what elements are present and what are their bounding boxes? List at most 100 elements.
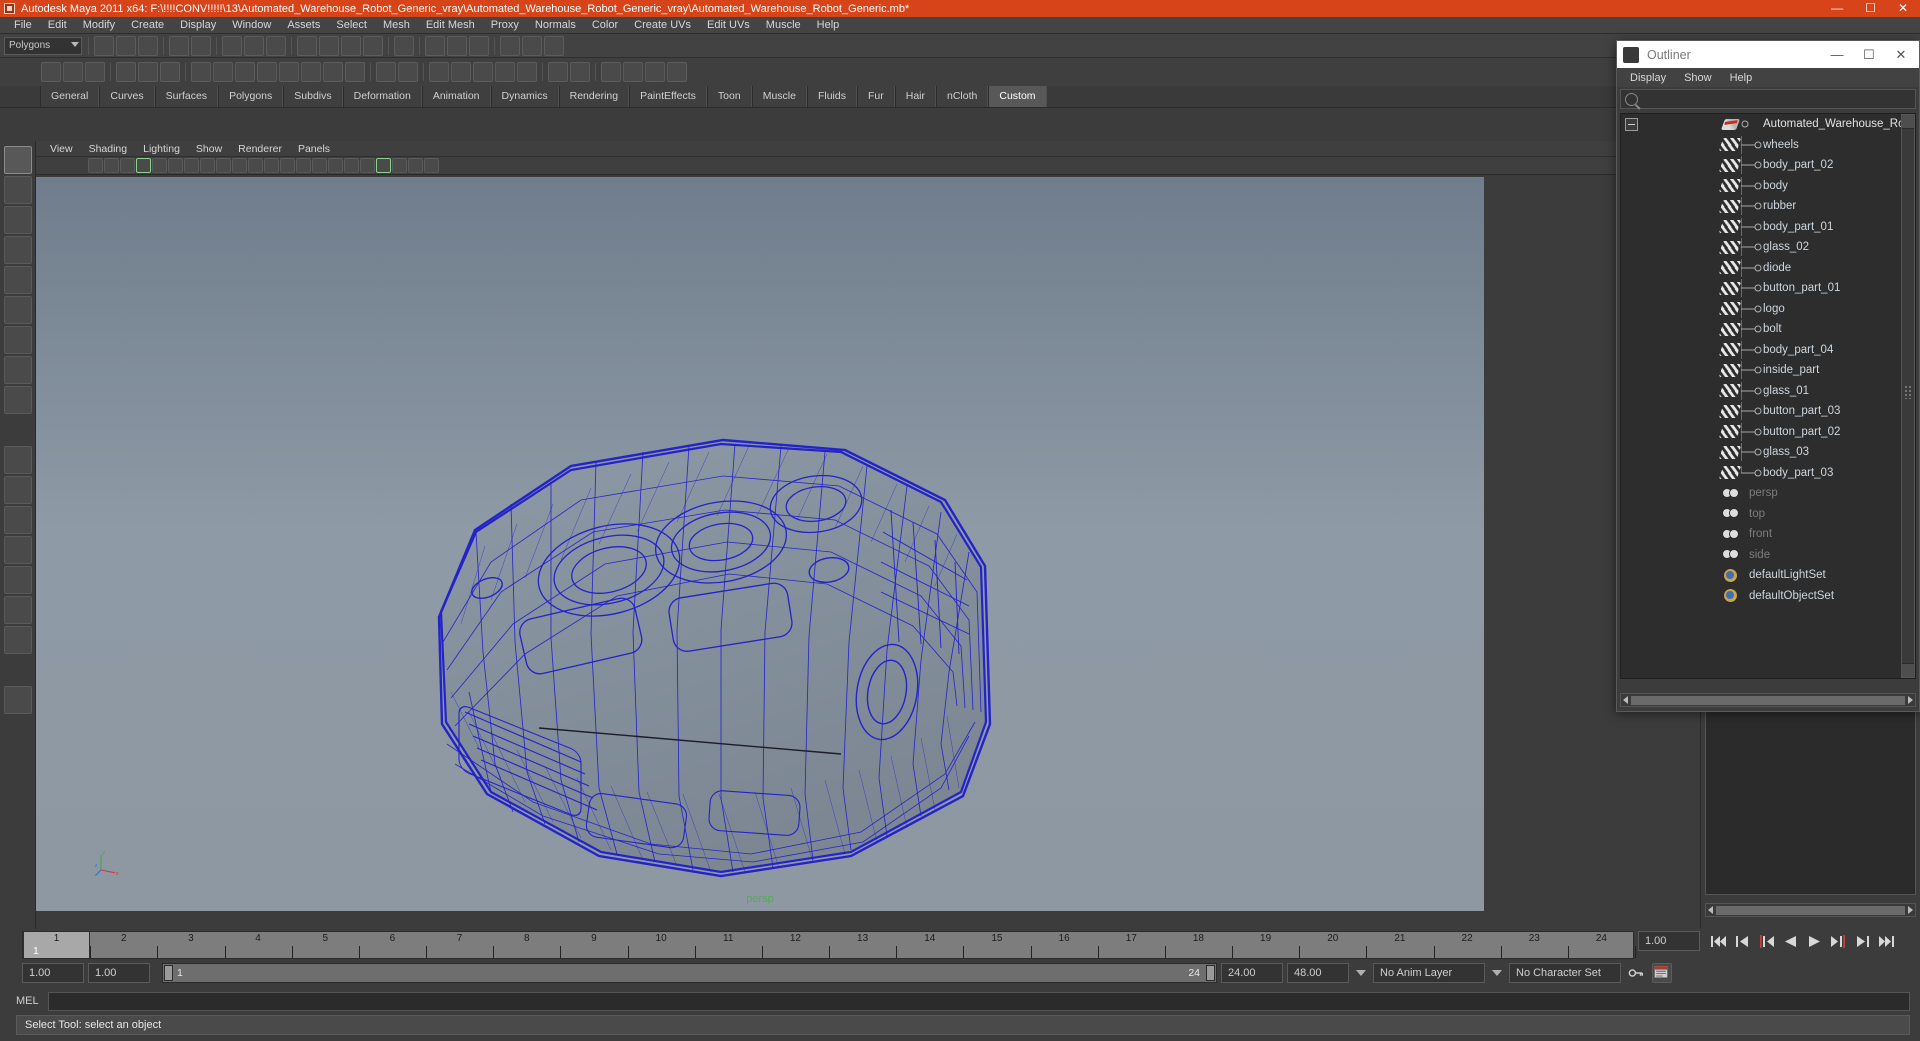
resolution-gate-icon[interactable]: [216, 158, 231, 173]
scroll-grip[interactable]: [1904, 384, 1912, 399]
snap-to-curve-button[interactable]: [319, 35, 339, 56]
menu-item-color[interactable]: Color: [584, 17, 626, 34]
select-camera-icon[interactable]: [88, 158, 103, 173]
viewport-menu-panels[interactable]: Panels: [290, 143, 338, 155]
scroll-right-icon[interactable]: [1908, 696, 1913, 704]
save-scene-button[interactable]: [138, 35, 158, 56]
last-tool-used-button[interactable]: [3, 416, 32, 444]
outliner-item-body_part_03[interactable]: body_part_03: [1621, 463, 1915, 484]
menu-item-mesh[interactable]: Mesh: [375, 17, 418, 34]
new-scene-button[interactable]: [94, 35, 114, 56]
select-tool-button[interactable]: [3, 146, 32, 174]
shelf-item-25[interactable]: [623, 62, 643, 82]
menu-item-display[interactable]: Display: [172, 17, 224, 34]
shelf-item-7[interactable]: [191, 62, 211, 82]
hypershade-persp-layout-button[interactable]: [3, 566, 32, 594]
shelf-item-10[interactable]: [257, 62, 277, 82]
shelf-item-8[interactable]: [213, 62, 233, 82]
hardware-renderer-icon[interactable]: [376, 158, 391, 173]
shelf-item-12[interactable]: [301, 62, 321, 82]
shelf-tab-ncloth[interactable]: nCloth: [936, 86, 989, 107]
outliner-item-bolt[interactable]: bolt: [1621, 319, 1915, 340]
shelf-tab-subdivs[interactable]: Subdivs: [283, 86, 343, 107]
outliner-item-diode[interactable]: diode: [1621, 258, 1915, 279]
go-to-end-button[interactable]: [1878, 934, 1895, 949]
show-manipulator-tool-button[interactable]: [3, 386, 32, 414]
next-key-button[interactable]: [1830, 934, 1847, 949]
menu-item-assets[interactable]: Assets: [279, 17, 328, 34]
scroll-left-icon[interactable]: [1623, 696, 1628, 704]
outliner-item-glass_01[interactable]: glass_01: [1621, 381, 1915, 402]
outliner-persp-layout-button[interactable]: [3, 506, 32, 534]
outliner-item-button_part_02[interactable]: button_part_02: [1621, 422, 1915, 443]
open-scene-button[interactable]: [116, 35, 136, 56]
shelf-item-2[interactable]: [63, 62, 83, 82]
shelf-tab-muscle[interactable]: Muscle: [751, 86, 807, 107]
menu-item-select[interactable]: Select: [328, 17, 375, 34]
shelf-item-18[interactable]: [451, 62, 471, 82]
wireframe-model[interactable]: [421, 392, 1141, 911]
redo-button[interactable]: [191, 35, 211, 56]
outliner-maximize-icon[interactable]: ☐: [1853, 47, 1885, 63]
smooth-shade-icon[interactable]: [296, 158, 311, 173]
step-forward-button[interactable]: [1854, 934, 1871, 949]
menu-item-create[interactable]: Create: [123, 17, 172, 34]
shelf-item-13[interactable]: [323, 62, 343, 82]
shelf-item-16[interactable]: [398, 62, 418, 82]
go-to-start-button[interactable]: [1710, 934, 1727, 949]
attribute-editor-toggle[interactable]: [500, 35, 520, 56]
outliner-hscrollbar[interactable]: [1620, 693, 1916, 707]
viewport-menu-shading[interactable]: Shading: [81, 143, 136, 155]
render-settings-button[interactable]: [469, 35, 489, 56]
shelf-item-11[interactable]: [279, 62, 299, 82]
scroll-thumb[interactable]: [1716, 905, 1905, 915]
snap-to-point-button[interactable]: [341, 35, 361, 56]
outliner-item-body_part_02[interactable]: body_part_02: [1621, 155, 1915, 176]
animation-preferences-button[interactable]: [1652, 963, 1672, 983]
range-slider[interactable]: 1 24: [162, 963, 1217, 983]
viewport-settings-icon[interactable]: [408, 158, 423, 173]
shelf-tab-general[interactable]: General: [40, 86, 100, 107]
viewport-menu-view[interactable]: View: [42, 143, 81, 155]
outliner-item-side[interactable]: side: [1621, 545, 1915, 566]
anim-layer-dropdown[interactable]: No Anim Layer: [1373, 963, 1485, 983]
shelf-tab-curves[interactable]: Curves: [99, 86, 155, 107]
all-lights-icon[interactable]: [344, 158, 359, 173]
shelf-item-1[interactable]: [41, 62, 61, 82]
tool-settings-toggle[interactable]: [522, 35, 542, 56]
wireframe-shading-icon[interactable]: [280, 158, 295, 173]
outliner-item-automated_warehouse_robot_generic[interactable]: Automated_Warehouse_Robot_Generic: [1621, 114, 1915, 135]
ipr-render-button[interactable]: [447, 35, 467, 56]
viewport-menu-lighting[interactable]: Lighting: [135, 143, 188, 155]
shelf-tab-animation[interactable]: Animation: [421, 86, 491, 107]
shelf-tab-polygons[interactable]: Polygons: [218, 86, 284, 107]
shelf-item-20[interactable]: [495, 62, 515, 82]
outliner-item-wheels[interactable]: wheels: [1621, 135, 1915, 156]
selection-mode-dropdown[interactable]: Polygons: [4, 36, 82, 55]
viewport-menu-show[interactable]: Show: [188, 143, 230, 155]
shadows-icon[interactable]: [360, 158, 375, 173]
shelf-item-23[interactable]: [570, 62, 590, 82]
maximize-icon[interactable]: ☐: [1865, 2, 1876, 14]
shelf-item-4[interactable]: [116, 62, 136, 82]
auto-key-button[interactable]: [1626, 963, 1646, 983]
single-perspective-layout-button[interactable]: [3, 446, 32, 474]
shelf-item-15[interactable]: [376, 62, 396, 82]
paint-select-tool-button[interactable]: [3, 206, 32, 234]
layout-more-button[interactable]: [3, 656, 32, 684]
shelf-item-26[interactable]: [645, 62, 665, 82]
menu-item-help[interactable]: Help: [809, 17, 848, 34]
outliner-item-top[interactable]: top: [1621, 504, 1915, 525]
viewport-menu-renderer[interactable]: Renderer: [230, 143, 290, 155]
shelf-item-22[interactable]: [548, 62, 568, 82]
current-time-field[interactable]: 1.00: [1638, 931, 1700, 951]
hardware-texturing-icon[interactable]: [312, 158, 327, 173]
select-by-object-type-button[interactable]: [244, 35, 264, 56]
anim-layer-chevron-icon[interactable]: [1356, 970, 1366, 976]
shelf-tab-surfaces[interactable]: Surfaces: [154, 86, 219, 107]
outliner-item-glass_03[interactable]: glass_03: [1621, 442, 1915, 463]
step-back-button[interactable]: [1734, 934, 1751, 949]
outliner-item-button_part_03[interactable]: button_part_03: [1621, 401, 1915, 422]
shelf-item-19[interactable]: [473, 62, 493, 82]
rotate-tool-button[interactable]: [3, 266, 32, 294]
